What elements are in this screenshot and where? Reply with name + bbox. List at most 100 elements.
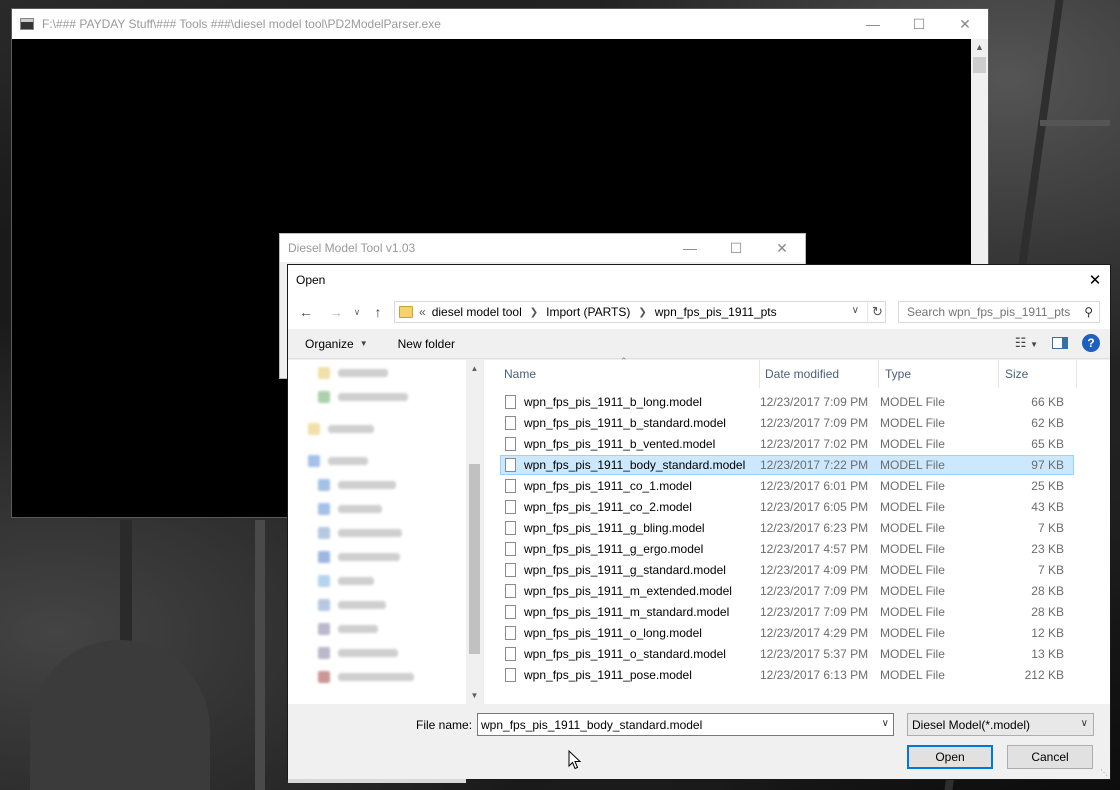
nav-item[interactable] — [318, 622, 378, 636]
dialog-footer: File name: ∨ Diesel Model(*.model) ∨ Ope… — [288, 704, 1110, 779]
file-type: MODEL File — [880, 416, 945, 430]
file-row[interactable]: wpn_fps_pis_1911_g_ergo.model 12/23/2017 … — [500, 539, 1074, 559]
file-icon — [505, 500, 516, 514]
column-header-size[interactable]: Size — [999, 360, 1077, 388]
dialog-titlebar[interactable]: Open ✕ — [288, 265, 1110, 295]
file-name-combobox[interactable]: ∨ — [477, 713, 894, 736]
file-row[interactable]: wpn_fps_pis_1911_b_standard.model 12/23/2… — [500, 413, 1074, 433]
diesel-minimize-button[interactable]: — — [667, 234, 713, 262]
up-arrow-icon[interactable]: ↑ — [366, 304, 390, 320]
nav-item[interactable] — [318, 502, 382, 516]
nav-item[interactable] — [318, 670, 414, 684]
file-row[interactable]: wpn_fps_pis_1911_body_standard.model 12/2… — [500, 455, 1074, 475]
breadcrumb-overflow[interactable]: « — [419, 305, 426, 319]
nav-item[interactable] — [308, 422, 374, 436]
diesel-close-button[interactable]: ✕ — [759, 234, 805, 262]
address-bar[interactable]: « diesel model tool ❯ Import (PARTS) ❯ w… — [394, 301, 886, 323]
nav-item[interactable] — [308, 454, 368, 468]
resize-grip-icon[interactable]: ⋱ — [1100, 768, 1108, 777]
cancel-button[interactable]: Cancel — [1007, 745, 1093, 769]
console-minimize-button[interactable]: — — [850, 9, 896, 39]
file-row[interactable]: wpn_fps_pis_1911_b_long.model 12/23/2017 … — [500, 392, 1074, 412]
address-dropdown-icon[interactable]: ∨ — [852, 305, 859, 316]
file-name-input[interactable] — [481, 717, 871, 732]
file-size: 25 KB — [1031, 479, 1064, 493]
file-row[interactable]: wpn_fps_pis_1911_b_vented.model 12/23/201… — [500, 434, 1074, 454]
open-button[interactable]: Open — [907, 745, 993, 769]
file-row[interactable]: wpn_fps_pis_1911_g_standard.model 12/23/2… — [500, 560, 1074, 580]
file-icon — [505, 395, 516, 409]
console-app-icon — [20, 18, 34, 30]
open-dialog: Open ✕ ← → ∨ ↑ « diesel model tool ❯ Imp… — [287, 264, 1111, 783]
file-type-select[interactable]: Diesel Model(*.model) ∨ — [907, 713, 1094, 736]
nav-item[interactable] — [318, 478, 396, 492]
file-row[interactable]: wpn_fps_pis_1911_m_extended.model 12/23/2… — [500, 581, 1074, 601]
file-size: 212 KB — [1024, 668, 1064, 682]
navigation-scrollbar[interactable]: ▲ ▼ — [466, 360, 483, 704]
search-box[interactable]: ⚲ — [898, 301, 1100, 323]
breadcrumb-item-diesel-model-tool[interactable]: diesel model tool — [432, 305, 522, 319]
console-close-button[interactable]: ✕ — [942, 9, 988, 39]
organize-label: Organize — [305, 336, 354, 351]
address-row: ← → ∨ ↑ « diesel model tool ❯ Import (PA… — [288, 295, 1110, 329]
file-name: wpn_fps_pis_1911_o_standard.model — [524, 647, 726, 661]
change-view-icon[interactable]: ☷ ▼ — [1015, 335, 1038, 351]
file-icon — [505, 626, 516, 640]
nav-item[interactable] — [318, 526, 402, 540]
search-input[interactable] — [907, 305, 1077, 319]
diesel-maximize-button[interactable]: ☐ — [713, 234, 759, 262]
help-icon[interactable]: ? — [1082, 334, 1100, 352]
nav-item[interactable] — [318, 646, 398, 660]
scroll-up-arrow-icon[interactable]: ▲ — [466, 360, 483, 377]
navigation-scroll-thumb[interactable] — [469, 464, 480, 654]
console-maximize-button[interactable]: ☐ — [896, 9, 942, 39]
nav-item[interactable] — [318, 550, 400, 564]
file-name: wpn_fps_pis_1911_g_ergo.model — [524, 542, 704, 556]
mouse-cursor-icon — [568, 750, 582, 770]
breadcrumb-item-current-folder[interactable]: wpn_fps_pis_1911_pts — [655, 305, 777, 319]
breadcrumb-separator-icon[interactable]: ❯ — [530, 307, 538, 318]
breadcrumb-item-import-parts[interactable]: Import (PARTS) — [546, 305, 630, 319]
console-titlebar[interactable]: F:\### PAYDAY Stuff\### Tools ###\diesel… — [12, 9, 988, 39]
file-list[interactable]: ⌃ Name Date modified Type Size wpn_fps_p… — [484, 356, 1110, 704]
background-decoration — [30, 640, 210, 790]
search-icon[interactable]: ⚲ — [1084, 305, 1093, 319]
back-arrow-icon[interactable]: ← — [294, 304, 318, 320]
file-row[interactable]: wpn_fps_pis_1911_o_standard.model 12/23/2… — [500, 644, 1074, 664]
nav-item[interactable] — [318, 598, 386, 612]
file-row[interactable]: wpn_fps_pis_1911_co_1.model 12/23/2017 6:… — [500, 476, 1074, 496]
scroll-down-arrow-icon[interactable]: ▼ — [466, 687, 483, 704]
file-row[interactable]: wpn_fps_pis_1911_o_long.model 12/23/2017 … — [500, 623, 1074, 643]
forward-arrow-icon[interactable]: → — [324, 304, 348, 320]
console-scroll-thumb[interactable] — [973, 57, 986, 73]
refresh-icon[interactable]: ↻ — [867, 301, 887, 323]
nav-item[interactable] — [318, 574, 374, 588]
breadcrumb-separator-icon[interactable]: ❯ — [638, 307, 646, 318]
organize-button[interactable]: Organize ▼ — [288, 337, 385, 351]
file-icon — [505, 584, 516, 598]
scroll-up-arrow-icon[interactable]: ▲ — [971, 39, 988, 56]
dialog-close-icon[interactable]: ✕ — [1080, 271, 1110, 289]
nav-item[interactable] — [318, 390, 408, 404]
column-header-date-modified[interactable]: Date modified — [759, 360, 879, 388]
file-type: MODEL File — [880, 437, 945, 451]
file-size: 28 KB — [1031, 605, 1064, 619]
preview-pane-icon[interactable] — [1052, 337, 1068, 349]
file-row[interactable]: wpn_fps_pis_1911_g_bling.model 12/23/2017… — [500, 518, 1074, 538]
file-row[interactable]: wpn_fps_pis_1911_m_standard.model 12/23/2… — [500, 602, 1074, 622]
chevron-down-icon[interactable]: ∨ — [882, 718, 889, 729]
recent-locations-chevron-icon[interactable]: ∨ — [348, 307, 366, 318]
file-date: 12/23/2017 7:22 PM — [760, 458, 869, 472]
diesel-titlebar[interactable]: Diesel Model Tool v1.03 — ☐ ✕ — [280, 234, 805, 262]
nav-item[interactable] — [318, 366, 388, 380]
column-header-type[interactable]: Type — [879, 360, 999, 388]
column-header-name[interactable]: Name — [498, 360, 760, 388]
new-folder-button[interactable]: New folder — [385, 337, 472, 351]
file-icon — [505, 605, 516, 619]
navigation-pane[interactable]: ▲ ▼ — [288, 360, 483, 783]
file-row[interactable]: wpn_fps_pis_1911_pose.model 12/23/2017 6:… — [500, 665, 1074, 685]
chevron-down-icon[interactable]: ∨ — [1081, 718, 1088, 729]
file-row[interactable]: wpn_fps_pis_1911_co_2.model 12/23/2017 6:… — [500, 497, 1074, 517]
file-size: 62 KB — [1031, 416, 1064, 430]
file-name: wpn_fps_pis_1911_g_bling.model — [524, 521, 705, 535]
